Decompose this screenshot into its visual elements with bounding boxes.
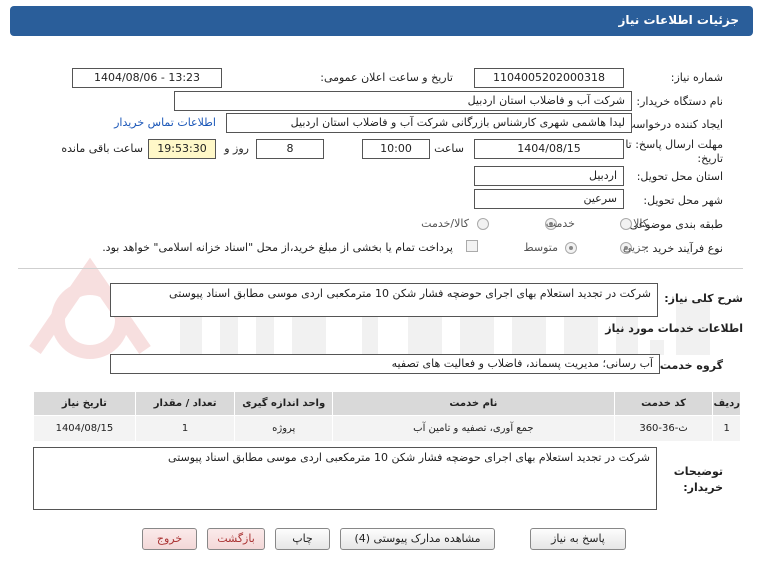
table-row: 1 ث-36-360 جمع آوری، تصفیه و تامین آب پر… [33,415,741,442]
process-option-minor: جزیی [622,241,648,254]
title-bar-panel: جزئیات اطلاعات نیاز [10,6,753,36]
page-title: جزئیات اطلاعات نیاز [618,13,739,27]
deadline-time-field: 10:00 [362,139,430,159]
col-header-service-code: کد خدمت [613,391,714,416]
days-label: روز و [224,142,249,155]
table-header-row: ردیف کد خدمت نام خدمت واحد اندازه گیری ت… [33,391,741,416]
exit-button[interactable]: خروج [142,528,197,550]
city-label: شهر محل تحویل: [643,194,723,207]
col-header-row-number: ردیف [712,391,741,416]
city-field: سرعین [474,189,624,209]
buyer-notes-textarea: شرکت در تجدید استعلام بهای اجرای حوضچه ف… [33,447,657,510]
services-table: ردیف کد خدمت نام خدمت واحد اندازه گیری ت… [33,391,741,442]
process-label: نوع فرآیند خرید : [645,242,723,255]
category-option-goods: کالا [633,217,648,230]
treasury-payment-checkbox[interactable] [466,240,478,252]
cell-quantity: 1 [134,415,236,442]
deadline-label: مهلت ارسال پاسخ: تا [625,138,723,151]
need-number-field: 1104005202000318 [474,68,624,88]
category-option-service: خدمت [545,217,575,230]
days-remaining-field: 8 [256,139,324,159]
print-button[interactable]: چاپ [275,528,330,550]
buyer-contact-link[interactable]: اطلاعات تماس خریدار [114,116,216,129]
category-radio-goods-service[interactable] [477,218,489,230]
attachments-button[interactable]: مشاهده مدارک پیوستی (4) [340,528,495,550]
creator-field: لیدا هاشمی شهری کارشناس بازرگانی شرکت آب… [226,113,632,133]
buyer-org-field: شرکت آب و فاضلاب استان اردبیل [174,91,632,111]
announce-datetime-label: تاریخ و ساعت اعلان عمومی: [320,71,453,84]
process-radio-medium[interactable] [565,242,577,254]
col-header-unit: واحد اندازه گیری [234,391,334,416]
buyer-notes-label-2: خریدار: [683,481,723,494]
divider [18,268,743,269]
process-option-medium: متوسط [523,241,558,254]
category-radio-goods[interactable] [620,218,632,230]
announce-datetime-field: 1404/08/06 - 13:23 [72,68,222,88]
deadline-time-label: ساعت [434,142,464,155]
cell-service-code: ث-36-360 [613,415,714,442]
description-label: شرح کلی نیاز: [664,292,743,305]
province-label: استان محل تحویل: [636,170,723,183]
cell-service-name: جمع آوری، تصفیه و تامین آب [332,415,615,442]
category-option-goods-service: کالا/خدمت [421,217,469,230]
creator-label: ایجاد کننده درخواست: [621,118,723,131]
time-remaining-label: ساعت باقی مانده [61,142,143,155]
service-group-label: گروه خدمت: [655,359,723,372]
deadline-date-field: 1404/08/15 [474,139,624,159]
cell-need-date: 1404/08/15 [33,415,136,442]
buyer-org-label: نام دستگاه خریدار: [636,95,723,108]
need-number-label: شماره نیاز: [670,71,723,84]
services-section-title: اطلاعات خدمات مورد نیاز [605,322,743,335]
description-textarea: شرکت در تجدید استعلام بهای اجرای حوضچه ف… [110,283,658,317]
deadline-label-date: تاریخ: [697,152,723,165]
title-bar: جزئیات اطلاعات نیاز [0,0,761,44]
back-button[interactable]: بازگشت [207,528,265,550]
cell-row-number: 1 [712,415,741,442]
col-header-need-date: تاریخ نیاز [33,391,136,416]
col-header-quantity: تعداد / مقدار [134,391,236,416]
treasury-payment-note: پرداخت تمام یا بخشی از مبلغ خرید،از محل … [102,241,453,254]
service-group-field: آب رسانی؛ مدیریت پسماند، فاضلاب و فعالیت… [110,354,660,374]
buyer-notes-label: توضیحات [673,465,723,478]
cell-unit: پروژه [234,415,334,442]
province-field: اردبیل [474,166,624,186]
reply-button[interactable]: پاسخ به نیاز [530,528,626,550]
col-header-service-name: نام خدمت [332,391,615,416]
time-remaining-field: 19:53:30 [148,139,216,159]
